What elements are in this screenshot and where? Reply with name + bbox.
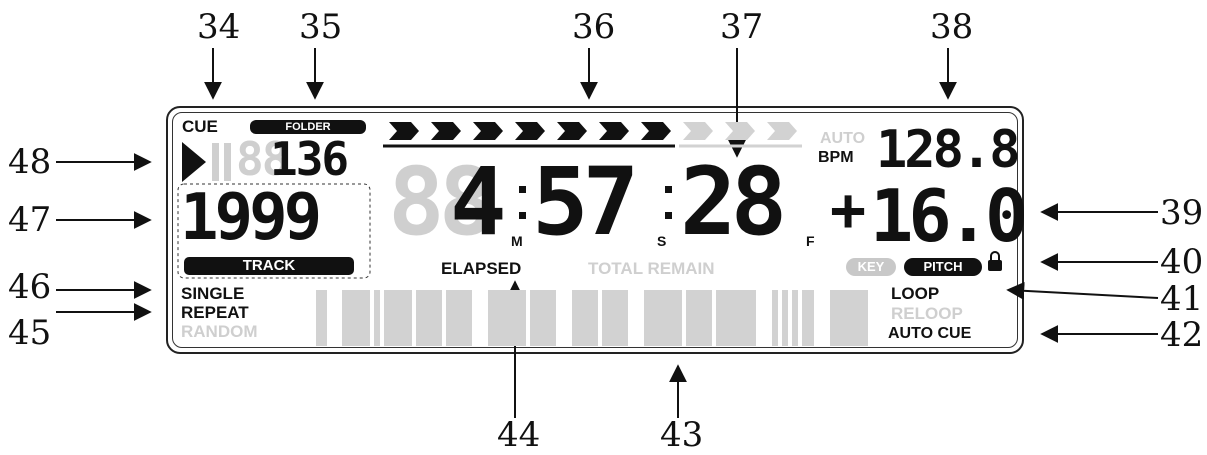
single-mode-indicator: SINGLE bbox=[181, 284, 245, 303]
track-number: 136 bbox=[270, 132, 349, 186]
bpm-value: 128.8 bbox=[876, 120, 1021, 180]
repeat-mode-indicator: REPEAT bbox=[181, 303, 249, 322]
progress-chevrons bbox=[383, 122, 802, 148]
time-seconds: 57 bbox=[532, 148, 639, 257]
pitch-sign: + bbox=[830, 175, 866, 245]
play-triangle-icon bbox=[182, 142, 206, 182]
unit-frames: F bbox=[806, 233, 815, 249]
cue-indicator: CUE bbox=[182, 117, 218, 136]
auto-bpm-indicator: AUTO bbox=[820, 130, 866, 147]
unit-minutes: M bbox=[511, 233, 523, 249]
bpm-label: BPM bbox=[818, 149, 854, 166]
auto-cue-indicator: AUTO CUE bbox=[888, 325, 972, 342]
pitch-value: 16.0 bbox=[870, 174, 1028, 258]
key-badge: KEY bbox=[846, 258, 896, 276]
waveform-bars bbox=[316, 290, 868, 346]
track-badge: TRACK bbox=[184, 257, 354, 275]
random-mode-indicator: RANDOM bbox=[181, 322, 258, 341]
time-frames: 28 bbox=[680, 148, 787, 257]
arrow-41 bbox=[1006, 281, 1159, 300]
folder-number: 1999 bbox=[180, 181, 322, 255]
elapsed-indicator: ELAPSED bbox=[441, 259, 522, 278]
unit-seconds: S bbox=[657, 233, 667, 249]
pitch-badge: PITCH bbox=[904, 258, 982, 276]
time-minutes: 4 bbox=[450, 148, 507, 257]
loop-indicator: LOOP bbox=[891, 284, 940, 303]
reloop-indicator: RELOOP bbox=[891, 304, 963, 323]
total-remain-indicator: TOTAL REMAIN bbox=[588, 259, 715, 278]
